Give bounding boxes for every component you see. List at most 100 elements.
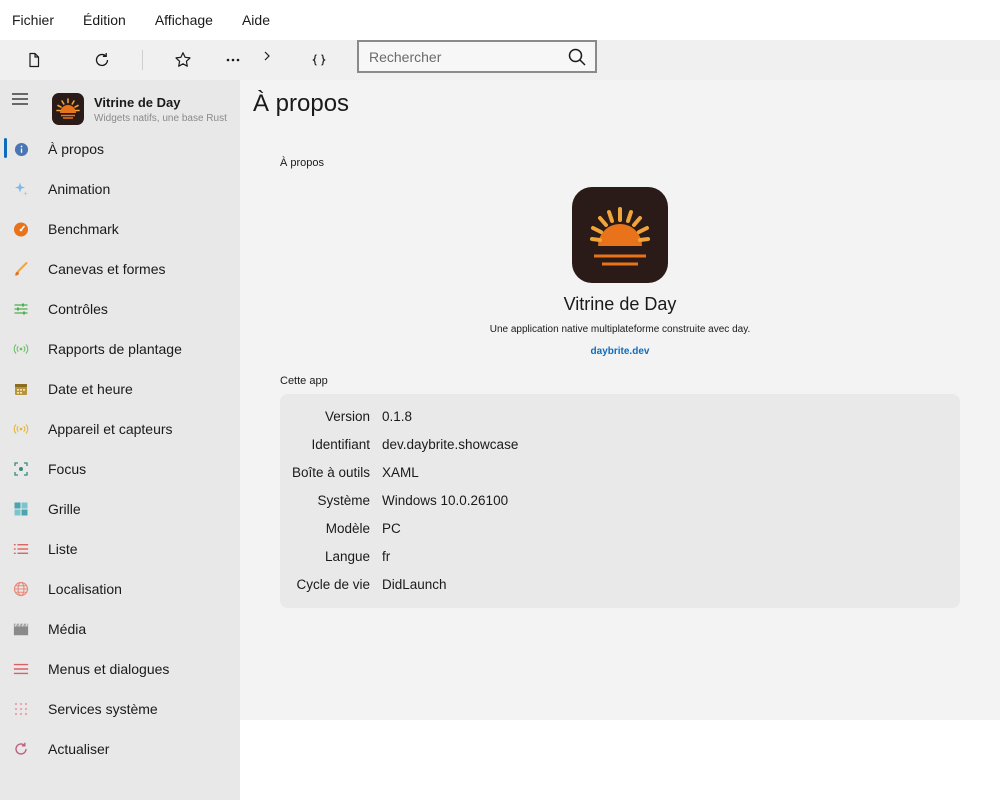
toolbar	[0, 40, 1000, 80]
broadcast-icon	[13, 341, 29, 357]
sidebar-item-label: À propos	[48, 141, 105, 157]
sidebar-item-label: Actualiser	[48, 741, 110, 757]
sidebar-item-rapports[interactable]: Rapports de plantage	[0, 329, 240, 369]
search-box	[357, 40, 597, 73]
search-icon[interactable]	[567, 47, 587, 67]
app-description: Une application native multiplateforme c…	[489, 324, 751, 335]
sidebar: Vitrine de Day Widgets natifs, une base …	[0, 80, 240, 800]
braces-icon	[312, 54, 326, 66]
toolbar-separator	[142, 50, 143, 70]
sidebar-item-grille[interactable]: Grille	[0, 489, 240, 529]
section-label-app: Cette app	[280, 375, 328, 387]
info-key: Cycle de vie	[296, 577, 370, 592]
sidebar-item-label: Grille	[48, 501, 81, 517]
sidebar-item-a-propos[interactable]: À propos	[0, 129, 240, 169]
sidebar-item-label: Services système	[48, 701, 158, 717]
refresh-button[interactable]	[90, 48, 114, 72]
sliders-icon	[13, 301, 29, 317]
empty-area	[240, 720, 1000, 800]
sidebar-item-liste[interactable]: Liste	[0, 529, 240, 569]
sidebar-item-benchmark[interactable]: Benchmark	[0, 209, 240, 249]
info-row-modele: Modèle PC	[280, 516, 960, 544]
menu-icon	[13, 661, 29, 677]
info-key: Langue	[324, 549, 370, 564]
info-row-cycle-de-vie: Cycle de vie DidLaunch	[280, 572, 960, 600]
info-key: Version	[324, 409, 370, 424]
new-document-icon	[29, 52, 40, 68]
new-document-button[interactable]	[22, 48, 46, 72]
info-key: Identifiant	[311, 437, 370, 452]
chevron-right-button[interactable]	[255, 44, 279, 68]
clapperboard-icon	[13, 621, 29, 637]
info-value: DidLaunch	[382, 577, 447, 592]
search-input[interactable]	[359, 48, 559, 65]
info-icon	[13, 141, 29, 157]
active-indicator	[4, 138, 7, 158]
sensor-icon	[13, 421, 29, 437]
menu-affichage[interactable]: Affichage	[155, 12, 213, 28]
app-logo-large-icon	[572, 187, 668, 283]
menu-bar: Fichier Édition Affichage Aide	[0, 0, 1000, 40]
sidebar-item-controles[interactable]: Contrôles	[0, 289, 240, 329]
sidebar-item-label: Liste	[48, 541, 78, 557]
focus-icon	[13, 461, 29, 477]
website-link[interactable]: daybrite.dev	[240, 346, 1000, 357]
info-value: 0.1.8	[382, 409, 413, 424]
sidebar-item-menus[interactable]: Menus et dialogues	[0, 649, 240, 689]
sidebar-item-focus[interactable]: Focus	[0, 449, 240, 489]
sidebar-item-label: Benchmark	[48, 221, 119, 237]
sidebar-item-media[interactable]: Média	[0, 609, 240, 649]
sidebar-item-label: Menus et dialogues	[48, 661, 170, 677]
info-row-langue: Langue fr	[280, 544, 960, 572]
info-value: XAML	[382, 465, 419, 480]
dots-grid-icon	[13, 701, 29, 717]
hamburger-menu-icon[interactable]	[10, 91, 30, 107]
info-key: Boîte à outils	[291, 465, 370, 480]
sidebar-item-label: Média	[48, 621, 87, 637]
chevron-right-icon	[264, 51, 270, 61]
refresh-icon	[13, 741, 29, 757]
info-value: fr	[382, 549, 391, 564]
sidebar-item-label: Animation	[48, 181, 111, 197]
menu-fichier[interactable]: Fichier	[12, 12, 54, 28]
sidebar-item-appareil[interactable]: Appareil et capteurs	[0, 409, 240, 449]
calendar-icon	[13, 381, 29, 397]
more-options-icon	[226, 58, 240, 62]
info-row-systeme: Système Windows 10.0.26100	[280, 488, 960, 516]
info-key: Système	[317, 493, 370, 508]
menu-edition[interactable]: Édition	[83, 12, 126, 28]
sidebar-item-date-heure[interactable]: Date et heure	[0, 369, 240, 409]
main-content: À propos À propos Vitrine de Day Une app…	[240, 80, 1000, 720]
sidebar-item-localisation[interactable]: Localisation	[0, 569, 240, 609]
sidebar-item-label: Appareil et capteurs	[48, 421, 173, 437]
globe-icon	[13, 581, 29, 597]
sidebar-item-label: Localisation	[48, 581, 122, 597]
favorite-button[interactable]	[171, 48, 195, 72]
info-key: Modèle	[325, 521, 370, 536]
info-value: dev.daybrite.showcase	[382, 437, 519, 452]
info-row-version: Version 0.1.8	[280, 404, 960, 432]
sidebar-item-label: Contrôles	[48, 301, 108, 317]
sidebar-item-canevas[interactable]: Canevas et formes	[0, 249, 240, 289]
app-info-card: Version 0.1.8 Identifiant dev.daybrite.s…	[280, 394, 960, 608]
menu-aide[interactable]: Aide	[242, 12, 270, 28]
sidebar-item-actualiser[interactable]: Actualiser	[0, 729, 240, 769]
section-label-about: À propos	[280, 157, 325, 169]
sparkle-icon	[13, 181, 29, 197]
more-options-button[interactable]	[221, 48, 245, 72]
sidebar-item-label: Canevas et formes	[48, 261, 166, 277]
brush-icon	[13, 261, 29, 277]
info-row-toolkit: Boîte à outils XAML	[280, 460, 960, 488]
info-value: Windows 10.0.26100	[382, 493, 509, 508]
app-logo-icon	[52, 93, 84, 125]
app-name: Vitrine de Day	[563, 294, 677, 314]
braces-button[interactable]	[307, 48, 331, 72]
sidebar-item-animation[interactable]: Animation	[0, 169, 240, 209]
app-subtitle: Widgets natifs, une base Rust	[94, 113, 227, 124]
app-title: Vitrine de Day	[94, 95, 181, 110]
sidebar-item-services[interactable]: Services système	[0, 689, 240, 729]
page-title: À propos	[253, 90, 350, 117]
info-value: PC	[382, 521, 401, 536]
info-row-identifiant: Identifiant dev.daybrite.showcase	[280, 432, 960, 460]
sidebar-item-label: Rapports de plantage	[48, 341, 182, 357]
